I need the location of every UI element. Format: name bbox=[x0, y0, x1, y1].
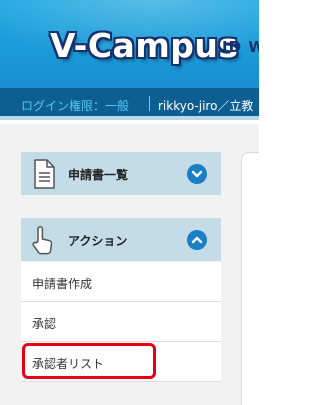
app-header: V-Campus ID W bbox=[0, 0, 259, 88]
right-panel bbox=[241, 152, 259, 405]
user-name: rikkyo-jiro／立教 bbox=[158, 99, 254, 113]
menu-item-approval[interactable]: 承認 bbox=[21, 302, 221, 342]
divider bbox=[149, 96, 150, 111]
menu-item-label: 承認者リスト bbox=[32, 357, 105, 371]
logo-subtext: ID W bbox=[222, 38, 259, 56]
menu-item-label: 申請書作成 bbox=[32, 277, 93, 291]
menu-item-approver-list[interactable]: 承認者リスト bbox=[21, 342, 221, 382]
logo: V-Campus bbox=[50, 26, 239, 65]
chevron-down-icon[interactable] bbox=[187, 164, 207, 184]
menu-section-label: アクション bbox=[68, 234, 128, 248]
action-submenu: 申請書作成 承認 承認者リスト bbox=[21, 262, 221, 382]
menu-section-application-list[interactable]: 申請書一覧 bbox=[21, 152, 221, 195]
menu-section-label: 申請書一覧 bbox=[68, 168, 129, 182]
chevron-up-icon[interactable] bbox=[187, 230, 207, 250]
user-info-bar: ログイン権限：一般 rikkyo-jiro／立教 bbox=[0, 88, 259, 120]
menu-item-create-application[interactable]: 申請書作成 bbox=[21, 262, 221, 302]
menu-section-action[interactable]: アクション bbox=[21, 218, 221, 261]
document-icon bbox=[29, 158, 59, 194]
menu-item-label: 承認 bbox=[32, 317, 57, 331]
hand-pointer-icon bbox=[29, 224, 59, 260]
login-permission: ログイン権限：一般 bbox=[21, 99, 130, 113]
